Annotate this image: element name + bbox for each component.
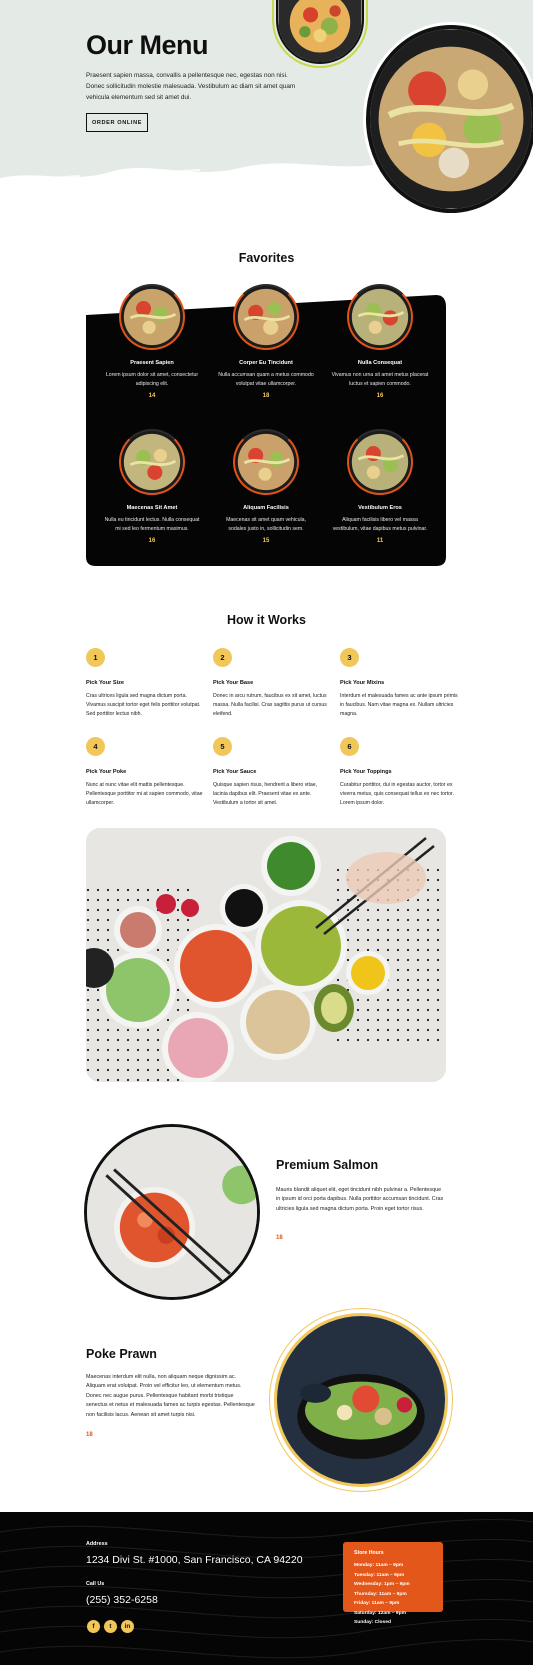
- phone-link[interactable]: (255) 352-6258: [86, 1594, 158, 1606]
- prawn-description: Maecenas interdum elit nulla, non aliqua…: [86, 1374, 255, 1418]
- hours-line: Sunday: Closed: [354, 1620, 391, 1625]
- step-number-badge: 3: [340, 648, 359, 667]
- address-label: Address: [86, 1541, 108, 1547]
- how-it-works-heading: How it Works: [227, 613, 306, 627]
- favorite-description: Lorem ipsum dolor sit amet, consectetur …: [105, 372, 199, 387]
- instagram-icon[interactable]: in: [121, 1620, 134, 1633]
- step-number-badge: 5: [213, 737, 232, 756]
- step-description: Quisque sapien risus, hendrerit a libero…: [213, 782, 318, 807]
- order-online-button[interactable]: ORDER ONLINE: [86, 113, 148, 132]
- prawn-price: 18: [86, 1432, 93, 1438]
- salmon-description: Mauris blandit aliquet elit, eget tincid…: [276, 1187, 444, 1212]
- favorite-price: 11: [376, 538, 384, 544]
- favorite-price: 15: [262, 538, 270, 544]
- favorite-description: Nulla eu tincidunt lectus. Nulla consequ…: [104, 517, 200, 532]
- step-item: 1 Pick Your Size Cras ultrices ligula se…: [86, 648, 204, 720]
- salmon-title: Premium Salmon: [276, 1158, 379, 1172]
- step-item: 2 Pick Your Base Donec in arcu rutrum, f…: [213, 648, 331, 720]
- favorite-bowl-image: [347, 284, 413, 350]
- favorite-price: 16: [376, 393, 384, 399]
- step-item: 4 Pick Your Poke Nunc at nunc vitae elit…: [86, 737, 204, 809]
- favorite-item[interactable]: Maecenas Sit Amet Nulla eu tincidunt lec…: [97, 429, 207, 544]
- favorite-item[interactable]: Aliquam Facilisis Maecenas sit amet quam…: [211, 429, 321, 544]
- favorite-item[interactable]: Praesent Sapien Lorem ipsum dolor sit am…: [97, 284, 207, 399]
- favorite-bowl-image: [233, 429, 299, 495]
- ingredients-photo: [86, 828, 446, 1082]
- hours-line: Friday: 11am – 9pm: [354, 1601, 400, 1606]
- step-item: 3 Pick Your Mixins Interdum et malesuada…: [340, 648, 458, 720]
- store-hours-title: Store Hours: [354, 1550, 384, 1556]
- step-description: Cras ultrices ligula sed magna dictum po…: [86, 693, 201, 718]
- favorite-description: Aliquam facilisis libero vel massa vesti…: [332, 517, 428, 532]
- step-title: Pick Your Size: [86, 680, 125, 686]
- favorite-item[interactable]: Vestibulum Eros Aliquam facilisis libero…: [325, 429, 435, 544]
- favorite-name: Corper Eu Tincidunt: [239, 360, 293, 366]
- favorite-description: Nulla accumsan quam a metus commodo volu…: [218, 372, 314, 387]
- hours-line: Thursday: 11am – 9pm: [354, 1592, 407, 1597]
- favorite-bowl-image: [233, 284, 299, 350]
- favorite-name: Nulla Consequat: [357, 360, 403, 366]
- step-title: Pick Your Base: [213, 680, 254, 686]
- step-number-badge: 2: [213, 648, 232, 667]
- hours-line: Monday: 11am – 9pm: [354, 1563, 404, 1568]
- favorite-price: 14: [148, 393, 156, 399]
- favorite-name: Aliquam Facilisis: [243, 505, 289, 511]
- favorite-name: Vestibulum Eros: [358, 505, 402, 511]
- favorites-heading: Favorites: [238, 251, 295, 265]
- prawn-bowl-image: [274, 1313, 448, 1487]
- favorite-name: Praesent Sapien: [130, 360, 174, 366]
- prawn-title: Poke Prawn: [86, 1347, 157, 1361]
- hours-line: Saturday: 12am – 9pm: [354, 1611, 406, 1616]
- step-title: Pick Your Mixins: [340, 680, 385, 686]
- call-us-label: Call Us: [86, 1581, 105, 1587]
- hours-line: Tuesday: 11am – 9pm: [354, 1573, 405, 1578]
- step-number-badge: 6: [340, 737, 359, 756]
- step-title: Pick Your Poke: [86, 769, 127, 775]
- favorite-item[interactable]: Nulla Consequat Vivamus non urna sit ame…: [325, 284, 435, 399]
- footer-wave-pattern: [0, 1519, 533, 1659]
- favorite-description: Maecenas sit amet quam vehicula, sodales…: [226, 517, 306, 532]
- step-number-badge: 1: [86, 648, 105, 667]
- favorite-price: 18: [262, 393, 270, 399]
- favorite-price: 16: [148, 538, 156, 544]
- step-number-badge: 4: [86, 737, 105, 756]
- step-description: Donec in arcu rutrum, faucibus ex sit am…: [213, 693, 327, 718]
- page-title: Our Menu: [86, 30, 209, 60]
- hours-line: Wednesday: 1pm – 9pm: [354, 1582, 410, 1587]
- address-text: 1234 Divi St. #1000, San Francisco, CA 9…: [86, 1554, 303, 1566]
- step-item: 5 Pick Your Sauce Quisque sapien risus, …: [213, 737, 331, 809]
- favorite-bowl-image: [119, 429, 185, 495]
- step-item: 6 Pick Your Toppings Curabitur porttitor…: [340, 737, 458, 809]
- step-description: Nunc at nunc vitae elit mattis pellentes…: [86, 782, 203, 807]
- step-description: Interdum et malesuada fames ac ante ipsu…: [340, 693, 458, 718]
- facebook-icon[interactable]: f: [87, 1620, 100, 1633]
- salmon-bowl-image: [84, 1124, 260, 1300]
- site-footer: [0, 1512, 533, 1665]
- salmon-price: 18: [276, 1235, 283, 1241]
- favorite-bowl-image: [119, 284, 185, 350]
- favorite-name: Maecenas Sit Amet: [126, 505, 178, 511]
- hero-poke-bowl-image: [366, 25, 533, 213]
- step-description: Curabitur porttitor, dui in egestas auct…: [340, 782, 454, 807]
- twitter-icon[interactable]: t: [104, 1620, 117, 1633]
- step-title: Pick Your Sauce: [213, 769, 257, 775]
- favorite-item[interactable]: Corper Eu Tincidunt Nulla accumsan quam …: [211, 284, 321, 399]
- favorite-description: Vivamus non urna sit amet metus placerat…: [331, 372, 429, 387]
- favorite-bowl-image: [347, 429, 413, 495]
- hero-description: Praesent sapien massa, convallis a pelle…: [86, 72, 296, 101]
- step-title: Pick Your Toppings: [340, 769, 392, 775]
